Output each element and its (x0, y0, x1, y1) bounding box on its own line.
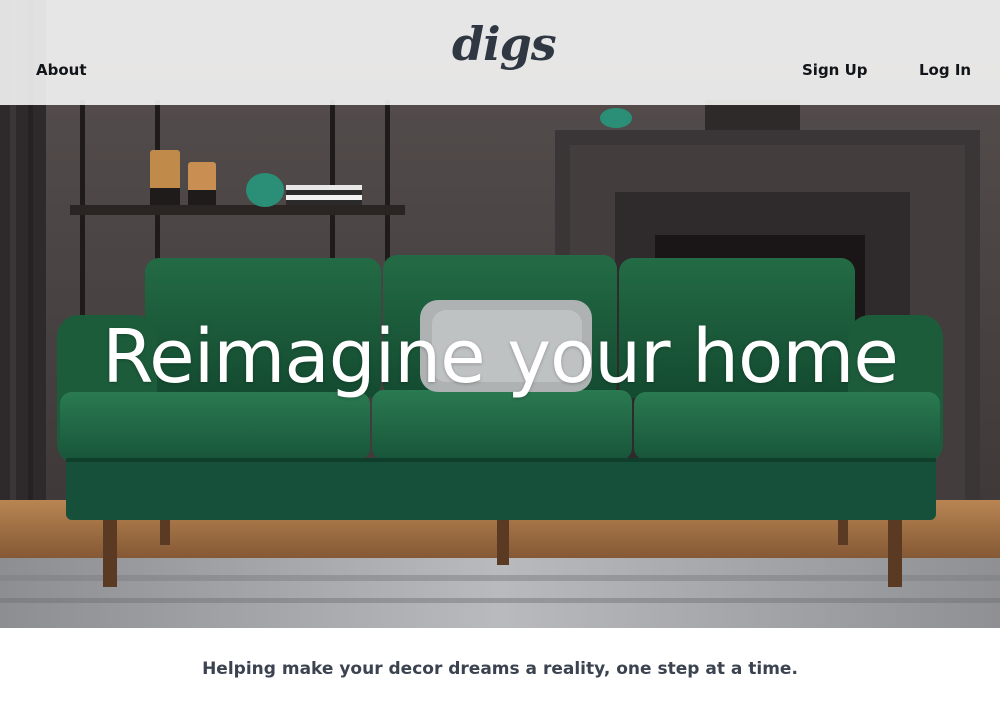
nav-sign-up-link[interactable]: Sign Up (802, 60, 868, 80)
hero-headline: Reimagine your home (102, 314, 899, 400)
landing-page: About digs Sign Up Log In Reimagine your… (0, 0, 1000, 711)
nav-log-in-link[interactable]: Log In (919, 60, 971, 80)
nav-about-link[interactable]: About (36, 60, 87, 80)
site-header: About digs Sign Up Log In (0, 0, 1000, 105)
tagline: Helping make your decor dreams a reality… (202, 659, 798, 679)
digs-logo[interactable]: digs (452, 18, 557, 90)
